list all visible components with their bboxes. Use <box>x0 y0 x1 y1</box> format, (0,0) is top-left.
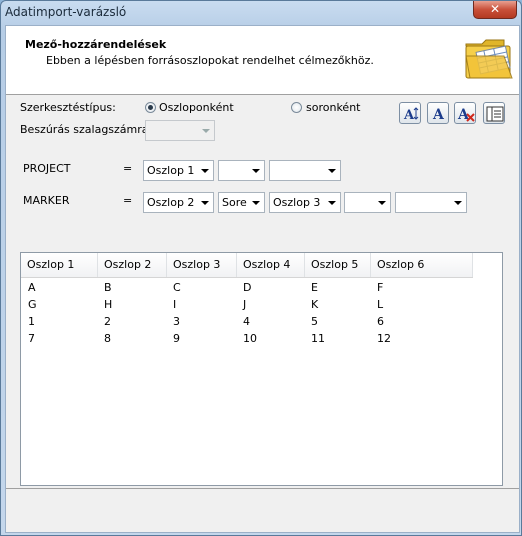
grid-header: Oszlop 1 Oszlop 2 Oszlop 3 Oszlop 4 Oszl… <box>21 253 473 278</box>
marker-combo-1[interactable]: Oszlop 2 <box>143 192 214 213</box>
preview-grid[interactable]: Oszlop 1 Oszlop 2 Oszlop 3 Oszlop 4 Oszl… <box>20 252 503 486</box>
marker-combo-5[interactable] <box>395 192 467 213</box>
grid-cell: C <box>173 281 181 294</box>
radio-by-column[interactable] <box>145 102 156 113</box>
clear-format-button[interactable]: A <box>454 102 476 124</box>
grid-cell: 9 <box>173 332 180 345</box>
project-combo-3[interactable] <box>269 160 341 181</box>
radio-by-row-label[interactable]: soronként <box>306 101 360 114</box>
chevron-down-icon <box>252 201 260 205</box>
column-header[interactable]: Oszlop 5 <box>305 253 371 277</box>
grid-cell: B <box>104 281 112 294</box>
step-title: Mező-hozzárendelések <box>25 38 167 51</box>
close-icon: ✕ <box>489 2 501 16</box>
combo-value: Sore <box>222 196 247 209</box>
text-size-button[interactable]: A <box>399 102 421 124</box>
equals-sign: = <box>123 162 133 175</box>
field-name-project: PROJECT <box>23 162 71 175</box>
chevron-down-icon <box>201 169 209 173</box>
column-header[interactable]: Oszlop 6 <box>371 253 473 277</box>
grid-cell: 2 <box>104 315 111 328</box>
field-name-marker: MARKER <box>23 194 70 207</box>
marker-combo-3[interactable]: Oszlop 3 <box>269 192 341 213</box>
text-format-button[interactable]: A <box>427 102 449 124</box>
grid-cell: G <box>28 298 37 311</box>
step-subtitle: Ebben a lépésben forrásoszlopokat rendel… <box>46 54 374 67</box>
window-title: Adatimport-varázsló <box>5 5 127 19</box>
folder-table-icon <box>465 39 513 79</box>
column-header[interactable]: Oszlop 4 <box>237 253 305 277</box>
grid-cell: 12 <box>377 332 391 345</box>
marker-combo-4[interactable] <box>344 192 391 213</box>
project-combo-1[interactable]: Oszlop 1 <box>143 160 214 181</box>
grid-cell: 10 <box>243 332 257 345</box>
grid-cell: 3 <box>173 315 180 328</box>
close-button[interactable]: ✕ <box>473 1 517 19</box>
radio-by-column-label[interactable]: Oszloponként <box>159 101 234 114</box>
clear-format-icon: A <box>457 107 475 123</box>
marker-combo-2[interactable]: Sore <box>218 192 265 213</box>
chevron-down-icon <box>328 201 336 205</box>
grid-cell: 1 <box>28 315 35 328</box>
grid-cell: 11 <box>311 332 325 345</box>
project-combo-2[interactable] <box>218 160 265 181</box>
svg-text:A: A <box>432 107 445 123</box>
grid-cell: K <box>311 298 319 311</box>
wizard-header: Mező-hozzárendelések Ebben a lépésben fo… <box>6 26 519 95</box>
combo-value: Oszlop 1 <box>147 164 195 177</box>
text-size-icon: A <box>403 107 419 123</box>
equals-sign: = <box>123 194 133 207</box>
wizard-body: Mező-hozzárendelések Ebben a lépésben fo… <box>5 25 520 533</box>
title-bar[interactable]: Adatimport-varázsló ✕ <box>1 1 521 25</box>
grid-cell: J <box>243 298 247 311</box>
combo-value: Oszlop 3 <box>273 196 321 209</box>
grid-cell: 6 <box>377 315 384 328</box>
column-layout-button[interactable] <box>483 102 505 124</box>
combo-value: Oszlop 2 <box>147 196 195 209</box>
grid-cell: I <box>173 298 177 311</box>
wizard-window: Adatimport-varázsló ✕ Mező-hozzárendelés… <box>0 0 522 536</box>
column-layout-icon <box>486 106 504 122</box>
grid-cell: F <box>377 281 384 294</box>
grid-cell: L <box>377 298 384 311</box>
chevron-down-icon <box>454 201 462 205</box>
column-header[interactable]: Oszlop 1 <box>21 253 98 277</box>
chevron-down-icon <box>252 169 260 173</box>
grid-cell: 7 <box>28 332 35 345</box>
grid-cell: 4 <box>243 315 250 328</box>
chevron-down-icon <box>201 201 209 205</box>
grid-cell: A <box>28 281 36 294</box>
grid-cell: 8 <box>104 332 111 345</box>
edit-type-label: Szerkesztéstípus: <box>20 101 116 114</box>
grid-cell: E <box>311 281 318 294</box>
column-header[interactable]: Oszlop 3 <box>167 253 237 277</box>
footer-divider <box>6 488 519 489</box>
insert-ribbon-combo[interactable] <box>145 120 215 141</box>
chevron-down-icon <box>378 201 386 205</box>
radio-by-row[interactable] <box>291 102 302 113</box>
svg-text:A: A <box>403 108 415 123</box>
grid-cell: 5 <box>311 315 318 328</box>
chevron-down-icon <box>202 129 210 133</box>
chevron-down-icon <box>328 169 336 173</box>
column-header[interactable]: Oszlop 2 <box>98 253 167 277</box>
grid-cell: H <box>104 298 113 311</box>
grid-cell: D <box>243 281 252 294</box>
text-format-icon: A <box>432 107 445 123</box>
insert-ribbon-label: Beszúrás szalagszámra: <box>20 123 153 136</box>
